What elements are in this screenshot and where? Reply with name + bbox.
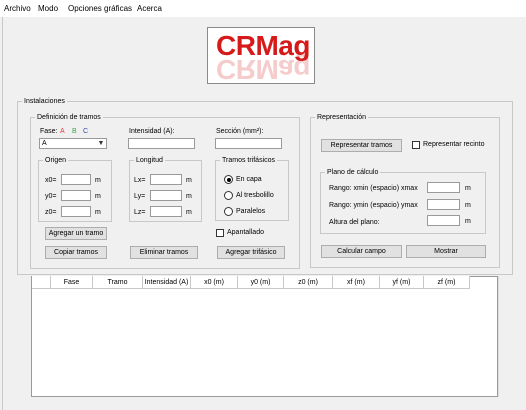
lx-input[interactable] — [150, 174, 182, 185]
fase-select-value: A — [42, 140, 47, 147]
table-header-tramo[interactable]: Tramo — [93, 276, 143, 289]
apantallado-label: Apantallado — [227, 229, 264, 236]
agregar-tramo-button[interactable]: Agregar un tramo — [45, 227, 107, 240]
z0-label: z0= — [45, 209, 57, 216]
definicion-tramos-title: Definición de tramos — [37, 114, 101, 121]
lz-input[interactable] — [150, 206, 182, 217]
intensidad-input[interactable] — [128, 138, 195, 149]
radio-en-capa-label: En capa — [236, 176, 262, 183]
altura-plano-unit: m — [465, 218, 471, 225]
menu-archivo[interactable]: Archivo — [4, 4, 31, 13]
apantallado-checkbox[interactable] — [216, 229, 224, 237]
table-scrollbar[interactable] — [498, 276, 509, 397]
representar-recinto-label: Representar recinto — [423, 141, 485, 148]
logo: CRMag CRMag — [207, 27, 315, 84]
table-header-fase[interactable]: Fase — [51, 276, 93, 289]
lx-label: Lx= — [134, 177, 146, 184]
menu-opciones-graficas[interactable]: Opciones gráficas — [68, 4, 132, 13]
rango-x-input[interactable] — [427, 182, 460, 193]
table-header-zf[interactable]: zf (m) — [424, 276, 470, 289]
intensidad-label: Intensidad (A): — [129, 128, 175, 135]
rango-x-unit: m — [465, 185, 471, 192]
representar-recinto-checkbox[interactable] — [412, 141, 420, 149]
fase-letter-b: B — [72, 128, 77, 135]
ly-unit: m — [186, 193, 192, 200]
mostrar-button[interactable]: Mostrar — [406, 245, 486, 258]
x0-label: x0= — [45, 177, 57, 184]
radio-al-tresbolillo-label: Al tresbolillo — [236, 192, 274, 199]
eliminar-tramos-button[interactable]: Eliminar tramos — [130, 246, 198, 259]
instalaciones-title: Instalaciones — [24, 98, 65, 105]
lz-label: Lz= — [134, 209, 146, 216]
seccion-input[interactable] — [215, 138, 282, 149]
plano-calculo-title: Plano de cálculo — [327, 169, 379, 176]
tramos-trifasicos-title: Tramos trifásicos — [222, 157, 276, 164]
representacion-title: Representación — [317, 114, 367, 121]
menu-modo[interactable]: Modo — [38, 4, 58, 13]
table-header-intensidad[interactable]: Intensidad (A) — [143, 276, 191, 289]
z0-input[interactable] — [61, 206, 91, 217]
radio-paralelos[interactable] — [224, 207, 233, 216]
lz-unit: m — [186, 209, 192, 216]
table-header-yf[interactable]: yf (m) — [380, 276, 424, 289]
table-header-row-selector — [32, 276, 51, 289]
z0-unit: m — [95, 209, 101, 216]
representar-tramos-button[interactable]: Representar tramos — [321, 139, 402, 152]
copiar-tramos-button[interactable]: Copiar tramos — [45, 246, 107, 259]
radio-al-tresbolillo[interactable] — [224, 191, 233, 200]
y0-unit: m — [95, 193, 101, 200]
ly-input[interactable] — [150, 190, 182, 201]
longitud-title: Longitud — [136, 157, 163, 164]
lx-unit: m — [186, 177, 192, 184]
radio-en-capa[interactable] — [224, 175, 233, 184]
radio-paralelos-label: Paralelos — [236, 208, 266, 215]
rango-x-label: Rango: xmin (espacio) xmax — [329, 185, 418, 192]
x0-input[interactable] — [61, 174, 91, 185]
altura-plano-input[interactable] — [427, 215, 460, 226]
chevron-down-icon[interactable]: ▼ — [96, 139, 106, 148]
fase-select[interactable]: A ▼ — [39, 138, 107, 149]
ly-label: Ly= — [134, 193, 146, 200]
table-header-z0[interactable]: z0 (m) — [284, 276, 333, 289]
x0-unit: m — [95, 177, 101, 184]
table-header-x0[interactable]: x0 (m) — [191, 276, 238, 289]
rango-y-label: Rango: ymin (espacio) ymax — [329, 202, 418, 209]
table-header-xf[interactable]: xf (m) — [333, 276, 380, 289]
logo-reflection: CRMag — [216, 54, 310, 84]
menu-bar: Archivo Modo Opciones gráficas Acerca — [0, 0, 526, 17]
y0-label: y0= — [45, 193, 57, 200]
table-header-y0[interactable]: y0 (m) — [238, 276, 284, 289]
fase-letter-a: A — [60, 128, 65, 135]
y0-input[interactable] — [61, 190, 91, 201]
calcular-campo-button[interactable]: Calcular campo — [321, 245, 402, 258]
rango-y-unit: m — [465, 202, 471, 209]
tramos-table[interactable] — [31, 276, 498, 397]
fase-letter-c: C — [83, 128, 89, 135]
origen-title: Origen — [45, 157, 67, 164]
altura-plano-label: Altura del plano: — [329, 219, 380, 226]
rango-y-input[interactable] — [427, 199, 460, 210]
fase-label: Fase: — [40, 128, 58, 135]
agregar-trifasico-button[interactable]: Agregar trifásico — [217, 246, 285, 259]
menu-acerca[interactable]: Acerca — [137, 4, 162, 13]
seccion-label: Sección (mm²): — [216, 128, 264, 135]
